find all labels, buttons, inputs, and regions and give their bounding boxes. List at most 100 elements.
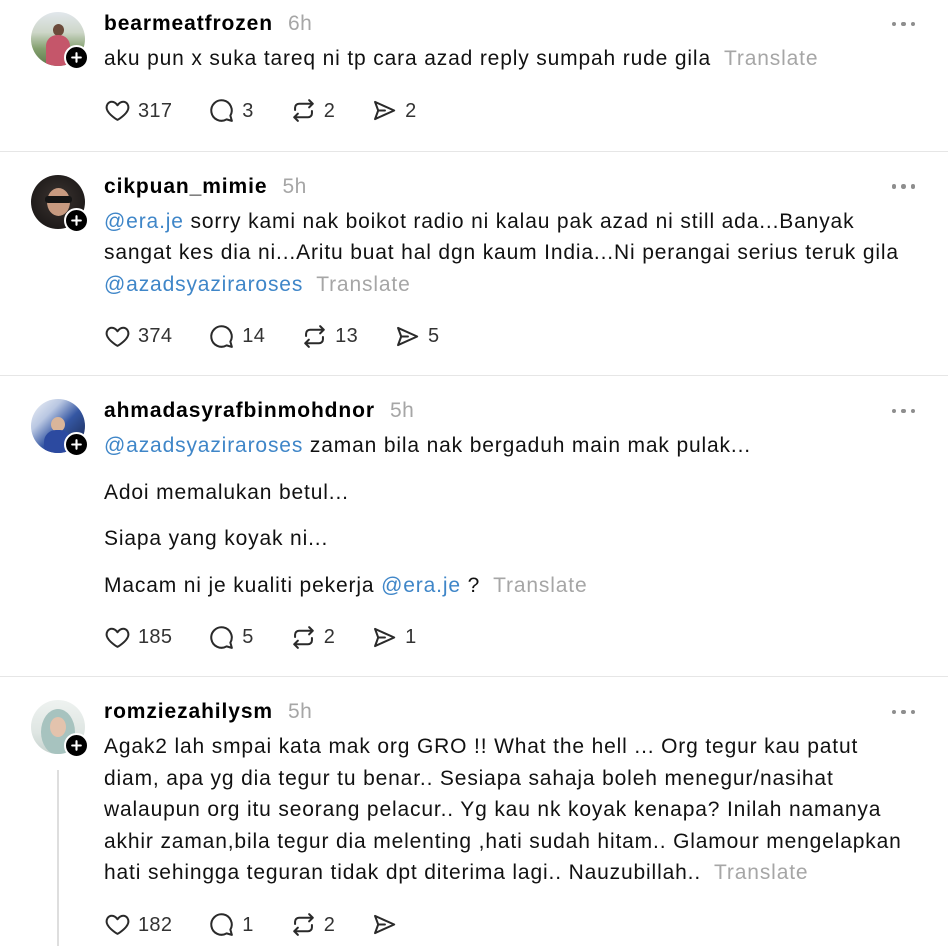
ellipsis-dot <box>901 21 906 27</box>
follow-button[interactable] <box>64 432 89 457</box>
post-header: cikpuan_mimie 5h <box>104 175 918 199</box>
ellipsis-icon <box>891 21 915 27</box>
share-icon <box>374 100 396 121</box>
reply-post: cikpuan_mimie 5h @era.je sorry kami nak … <box>0 152 948 376</box>
follow-button[interactable] <box>64 45 89 70</box>
post-text: @azadsyaziraroses zaman bila nak bergadu… <box>104 430 918 601</box>
comment-icon <box>210 99 234 122</box>
more-options-button[interactable] <box>891 12 915 36</box>
text-segment: akhir zaman,bila tegur dia melenting ,ha… <box>104 829 902 853</box>
mention-link[interactable]: @azadsyaziraroses <box>104 273 303 296</box>
reply-button[interactable]: 5 <box>208 622 253 652</box>
text-segment: walaupun org itu seorang pelacur.. Yg ka… <box>104 798 882 821</box>
follow-button[interactable] <box>64 733 89 758</box>
like-count: 182 <box>138 913 173 936</box>
username[interactable]: cikpuan_mimie <box>104 175 267 199</box>
text-segment: Siapa yang koyak ni... <box>104 527 329 550</box>
share-icon <box>374 627 396 647</box>
repost-icon <box>292 99 314 122</box>
text-line: walaupun org itu seorang pelacur.. Yg ka… <box>104 794 918 826</box>
mention-link[interactable]: @era.je <box>381 574 461 597</box>
like-button[interactable]: 185 <box>104 622 172 652</box>
heart-icon <box>105 627 130 648</box>
avatar-container <box>31 399 89 457</box>
post-timestamp: 5h <box>389 399 415 422</box>
translate-link[interactable]: Translate <box>724 47 818 70</box>
repost-count: 2 <box>323 626 336 648</box>
text-segment: aku pun x suka tareq ni tp cara azad rep… <box>104 47 711 70</box>
ellipsis-dot <box>910 408 915 414</box>
text-line: @azadsyaziraroses Translate <box>104 269 918 301</box>
post-timestamp: 5h <box>288 700 313 723</box>
plus-icon <box>71 740 82 751</box>
repost-count: 2 <box>323 913 336 936</box>
translate-link[interactable]: Translate <box>714 861 808 884</box>
username[interactable]: ahmadasyrafbinmohdnor <box>104 399 375 423</box>
repost-button[interactable]: 13 <box>301 321 358 351</box>
post-header: bearmeatfrozen 6h <box>104 12 918 36</box>
repost-icon <box>292 913 314 936</box>
text-line: sangat kes dia ni...Aritu buat hal dgn k… <box>104 237 918 269</box>
text-line: diam, apa yg dia tegur tu benar.. Sesiap… <box>104 763 918 795</box>
text-segment: sorry kami nak boikot radio ni kalau pak… <box>183 209 855 233</box>
reply-feed: bearmeatfrozen 6h aku pun x suka tareq n… <box>0 0 948 946</box>
avatar-container <box>31 12 89 70</box>
mention-link[interactable]: @era.je <box>104 210 184 233</box>
reply-button[interactable]: 3 <box>208 96 253 126</box>
ellipsis-icon <box>891 408 915 414</box>
post-header: ahmadasyrafbinmohdnor 5h <box>104 399 918 423</box>
text-paragraph: @azadsyaziraroses zaman bila nak bergadu… <box>104 430 918 462</box>
ellipsis-icon <box>891 709 915 715</box>
ellipsis-dot <box>901 709 906 715</box>
like-count: 317 <box>138 99 173 122</box>
more-options-button[interactable] <box>891 175 915 199</box>
comment-icon <box>210 625 234 649</box>
share-count: 2 <box>405 99 417 122</box>
text-line: @era.je sorry kami nak boikot radio ni k… <box>104 206 918 238</box>
like-button[interactable]: 182 <box>104 910 172 940</box>
translate-link[interactable]: Translate <box>316 273 410 296</box>
reply-count: 3 <box>242 99 254 122</box>
repost-count: 2 <box>323 99 336 122</box>
ellipsis-dot <box>910 21 915 27</box>
like-count: 185 <box>138 626 173 648</box>
like-button[interactable]: 317 <box>104 96 172 126</box>
share-button[interactable]: 5 <box>394 321 439 351</box>
share-button[interactable]: 1 <box>371 622 416 652</box>
text-line: Agak2 lah smpai kata mak org GRO !! What… <box>104 731 918 763</box>
more-options-button[interactable] <box>891 700 915 724</box>
more-options-button[interactable] <box>891 399 915 423</box>
reply-post: bearmeatfrozen 6h aku pun x suka tareq n… <box>0 0 948 152</box>
username[interactable]: bearmeatfrozen <box>104 12 273 36</box>
reply-button[interactable]: 1 <box>208 910 253 940</box>
ellipsis-dot <box>891 408 896 414</box>
text-segment: Adoi memalukan betul... <box>104 480 349 504</box>
repost-button[interactable]: 2 <box>290 622 335 652</box>
repost-count: 13 <box>335 325 358 347</box>
like-button[interactable]: 374 <box>104 321 172 351</box>
username[interactable]: romziezahilysm <box>104 700 273 724</box>
repost-button[interactable]: 2 <box>290 910 335 940</box>
share-button[interactable]: 2 <box>371 96 416 126</box>
reply-count: 1 <box>242 913 254 936</box>
text-paragraph: Macam ni je kualiti pekerja @era.je ? Tra… <box>104 570 918 602</box>
text-segment: Agak2 lah smpai kata mak org GRO !! What… <box>104 735 859 758</box>
like-count: 374 <box>138 325 173 347</box>
share-button[interactable] <box>371 910 398 940</box>
reply-post: ahmadasyrafbinmohdnor 5h @azadsyaziraros… <box>0 376 948 677</box>
heart-icon <box>105 100 130 121</box>
repost-button[interactable]: 2 <box>290 96 335 126</box>
mention-link[interactable]: @azadsyaziraroses <box>104 434 303 457</box>
reply-count: 14 <box>242 325 266 347</box>
follow-button[interactable] <box>64 207 89 233</box>
text-segment: diam, apa yg dia tegur tu benar.. Sesiap… <box>104 766 834 790</box>
text-segment: sangat kes dia ni...Aritu buat hal dgn k… <box>104 241 899 264</box>
translate-link[interactable]: Translate <box>493 574 587 597</box>
text-line: aku pun x suka tareq ni tp cara azad rep… <box>104 43 918 75</box>
post-text: Agak2 lah smpai kata mak org GRO !! What… <box>104 731 918 889</box>
action-bar: 182 1 2 <box>104 910 918 940</box>
post-header: romziezahilysm 5h <box>104 700 918 724</box>
reply-button[interactable]: 14 <box>208 321 265 351</box>
post-text: aku pun x suka tareq ni tp cara azad rep… <box>104 43 918 75</box>
heart-icon <box>105 914 130 935</box>
